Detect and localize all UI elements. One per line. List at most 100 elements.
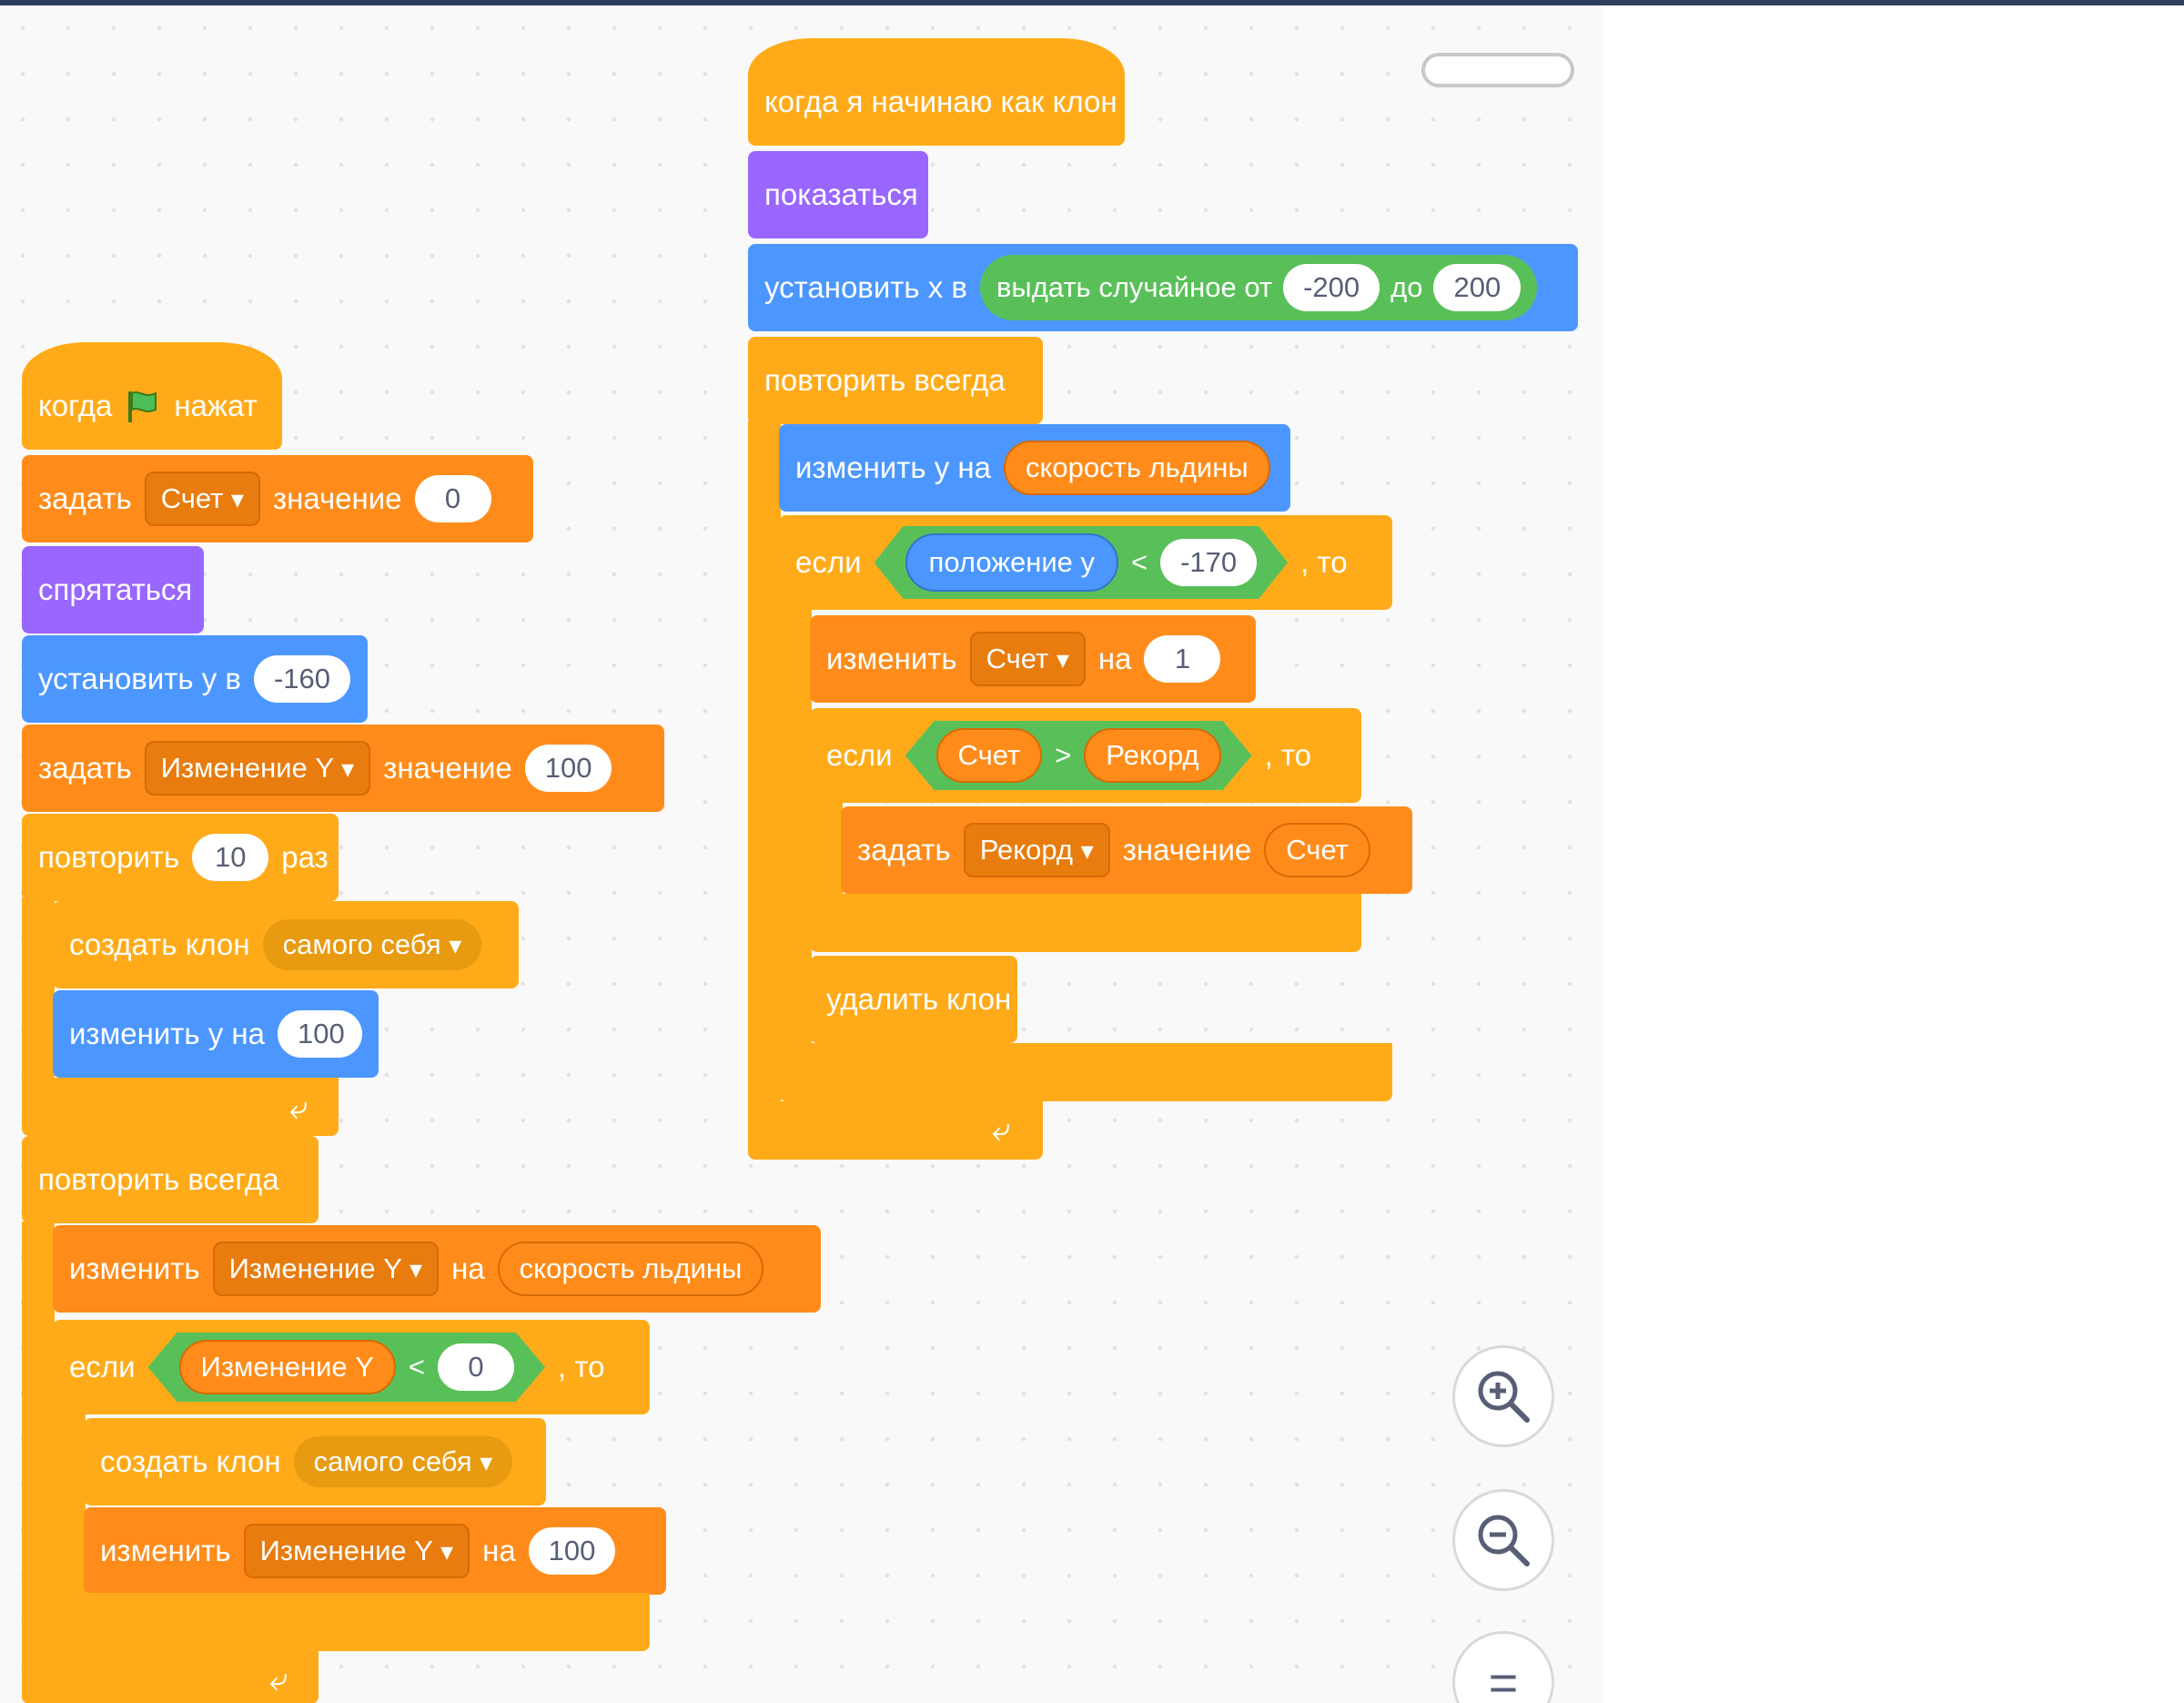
value-input[interactable]: 100 — [524, 745, 612, 792]
delete-clone-block[interactable]: удалить клон — [810, 956, 1017, 1043]
repeat-block[interactable]: повторить 10 раз — [22, 814, 339, 901]
variable-name: Счет — [160, 482, 224, 514]
change-y-label: изменить у на — [795, 451, 991, 484]
change-y-block[interactable]: изменить у на скорость льдины — [779, 424, 1290, 512]
y-position-reporter[interactable]: положение у — [905, 533, 1118, 592]
variable-reporter[interactable]: Счет — [1264, 823, 1370, 877]
zoom-in-button[interactable] — [1452, 1345, 1554, 1447]
clone-target-dropdown[interactable]: самого себя ▾ — [262, 919, 482, 970]
by-label: на — [1097, 642, 1132, 675]
variable-dropdown[interactable]: Счет ▾ — [144, 471, 260, 526]
change-variable-block[interactable]: изменить Счет ▾ на 1 — [810, 615, 1256, 703]
operator-symbol: < — [408, 1351, 426, 1383]
hat-when-label: когда — [38, 389, 113, 422]
change-y-block[interactable]: изменить у на 100 — [53, 990, 379, 1078]
variable-dropdown[interactable]: Счет ▾ — [969, 632, 1086, 686]
variable-reporter[interactable]: скорость льдины — [497, 1242, 764, 1296]
if-c-arm — [53, 1413, 86, 1595]
zoom-reset-button[interactable]: = — [1452, 1631, 1554, 1703]
show-block[interactable]: показаться — [748, 151, 928, 238]
forever-block[interactable]: повторить всегда — [22, 1136, 318, 1223]
if-block[interactable]: если положение у < -170 , то — [779, 515, 1392, 610]
create-clone-label: создать клон — [69, 928, 250, 961]
variable-name: Рекорд — [979, 834, 1074, 866]
change-variable-block[interactable]: изменить Изменение Y ▾ на 100 — [84, 1507, 666, 1595]
if-label: если — [69, 1350, 136, 1384]
set-variable-block[interactable]: задать Изменение Y ▾ значение 100 — [22, 725, 664, 812]
by-label: на — [451, 1252, 485, 1285]
create-clone-block[interactable]: создать клон самого себя ▾ — [84, 1418, 546, 1505]
variable-reporter[interactable]: скорость льдины — [1003, 441, 1270, 495]
variable-dropdown[interactable]: Изменение Y ▾ — [243, 1524, 470, 1578]
less-than-operator[interactable]: Изменение Y < 0 — [148, 1333, 545, 1402]
change-value-input[interactable]: 100 — [528, 1527, 616, 1575]
zoom-reset-icon: = — [1488, 1653, 1519, 1703]
variable-dropdown[interactable]: Рекорд ▾ — [963, 823, 1110, 877]
create-clone-block[interactable]: создать клон самого себя ▾ — [53, 901, 519, 988]
forever-label: повторить всегда — [38, 1162, 279, 1196]
if-c-arm — [779, 608, 812, 1045]
change-value-input[interactable]: 1 — [1144, 635, 1221, 683]
operator-symbol: < — [1131, 546, 1148, 578]
to-label: до — [1390, 271, 1423, 303]
change-y-input[interactable]: 100 — [277, 1010, 362, 1058]
change-variable-block[interactable]: изменить Изменение Y ▾ на скорость льдин… — [53, 1225, 821, 1313]
dropdown-arrow-icon: ▾ — [449, 931, 462, 959]
hat-label: когда я начинаю как клон — [764, 85, 1117, 118]
greater-than-operator[interactable]: Счет > Рекорд — [905, 721, 1252, 790]
loop-arrow-icon: ⤶ — [992, 1110, 1011, 1148]
set-y-label: установить у в — [38, 662, 241, 695]
pick-random-operator[interactable]: выдать случайное от -200 до 200 — [979, 255, 1538, 320]
dropdown-arrow-icon: ▾ — [1080, 836, 1094, 865]
zoom-out-button[interactable] — [1452, 1489, 1554, 1591]
loop-arrow-icon: ⤶ — [289, 1089, 308, 1126]
less-than-operator[interactable]: положение у < -170 — [875, 526, 1289, 599]
show-label: показаться — [764, 177, 918, 211]
value-input[interactable]: 0 — [414, 475, 491, 522]
compare-value-input[interactable]: -170 — [1160, 539, 1257, 586]
if-c-foot — [779, 1043, 1392, 1101]
operator-symbol: > — [1055, 739, 1072, 771]
variable-reporter[interactable]: Изменение Y — [179, 1340, 396, 1394]
dropdown-arrow-icon: ▾ — [410, 1255, 423, 1283]
variable-dropdown[interactable]: Изменение Y ▾ — [144, 741, 371, 796]
set-label: задать — [857, 833, 951, 867]
delete-clone-label: удалить клон — [826, 982, 1012, 1016]
clone-target-name: самого себя — [282, 928, 441, 960]
clone-target-dropdown[interactable]: самого себя ▾ — [293, 1436, 513, 1487]
if-c-foot — [53, 1593, 650, 1651]
if-label: если — [795, 545, 862, 579]
if-block[interactable]: если Счет > Рекорд , то — [810, 708, 1361, 803]
repeat-c-arm — [22, 897, 55, 1080]
repeat-count-input[interactable]: 10 — [192, 834, 269, 881]
variable-dropdown[interactable]: Изменение Y ▾ — [212, 1242, 440, 1296]
times-label: раз — [281, 840, 329, 874]
change-label: изменить — [100, 1534, 231, 1567]
set-variable-block[interactable]: задать Счет ▾ значение 0 — [22, 455, 533, 542]
zoom-out-icon — [1478, 1515, 1530, 1566]
if-block[interactable]: если Изменение Y < 0 , то — [53, 1320, 650, 1414]
compare-value-input[interactable]: 0 — [438, 1343, 514, 1391]
scrollbar-handle[interactable] — [1421, 53, 1574, 87]
set-y-block[interactable]: установить у в -160 — [22, 635, 368, 723]
dropdown-arrow-icon: ▾ — [440, 1537, 454, 1566]
variable-reporter[interactable]: Счет — [936, 728, 1043, 783]
hide-block[interactable]: спрятаться — [22, 546, 204, 634]
then-label: , то — [558, 1350, 605, 1384]
forever-label: повторить всегда — [764, 363, 1006, 397]
then-label: , то — [1300, 545, 1348, 579]
set-x-block[interactable]: установить х в выдать случайное от -200 … — [748, 244, 1578, 331]
zoom-in-icon — [1478, 1371, 1530, 1423]
set-label: задать — [38, 482, 132, 515]
set-variable-block[interactable]: задать Рекорд ▾ значение Счет — [841, 806, 1412, 894]
value-label: значение — [383, 751, 512, 785]
random-max-input[interactable]: 200 — [1433, 264, 1522, 311]
code-area[interactable]: когда нажат задать Счет ▾ значение 0 спр… — [0, 5, 1603, 1703]
when-start-as-clone-block[interactable]: когда я начинаю как клон — [748, 38, 1125, 146]
when-flag-clicked-block[interactable]: когда нажат — [22, 342, 282, 450]
change-label: изменить — [69, 1252, 200, 1285]
y-value-input[interactable]: -160 — [253, 655, 350, 703]
variable-reporter[interactable]: Рекорд — [1084, 728, 1220, 783]
random-min-input[interactable]: -200 — [1283, 264, 1380, 311]
forever-block[interactable]: повторить всегда — [748, 337, 1043, 424]
